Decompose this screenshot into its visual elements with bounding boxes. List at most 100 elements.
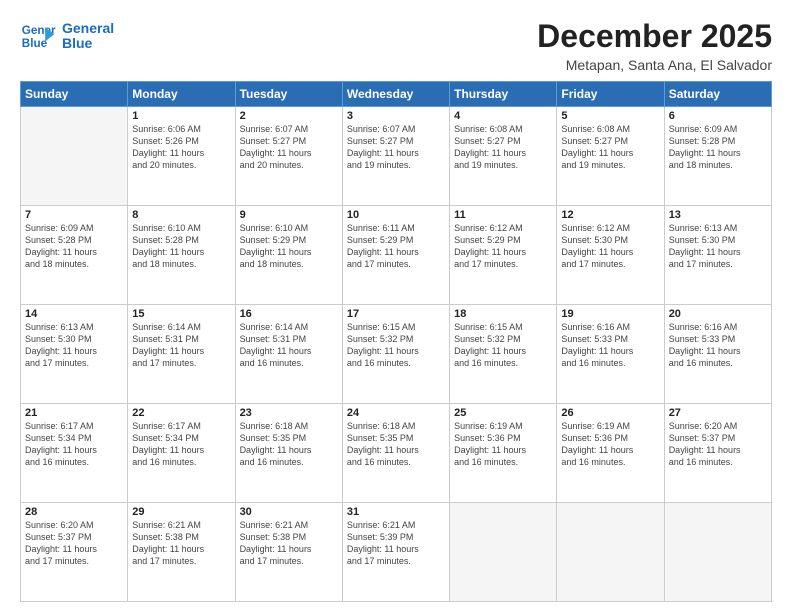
logo-icon: General Blue (20, 18, 56, 54)
day-number: 19 (561, 308, 659, 320)
day-info: Sunrise: 6:20 AM Sunset: 5:37 PM Dayligh… (25, 519, 123, 568)
day-info: Sunrise: 6:21 AM Sunset: 5:38 PM Dayligh… (132, 519, 230, 568)
day-number: 23 (240, 407, 338, 419)
header-row: SundayMondayTuesdayWednesdayThursdayFrid… (21, 82, 772, 107)
calendar-cell: 24Sunrise: 6:18 AM Sunset: 5:35 PM Dayli… (342, 404, 449, 503)
day-number: 18 (454, 308, 552, 320)
day-number: 1 (132, 110, 230, 122)
calendar-cell: 28Sunrise: 6:20 AM Sunset: 5:37 PM Dayli… (21, 503, 128, 602)
calendar-cell: 6Sunrise: 6:09 AM Sunset: 5:28 PM Daylig… (664, 107, 771, 206)
day-number: 24 (347, 407, 445, 419)
calendar-cell: 14Sunrise: 6:13 AM Sunset: 5:30 PM Dayli… (21, 305, 128, 404)
calendar-table: SundayMondayTuesdayWednesdayThursdayFrid… (20, 81, 772, 602)
header-day-wednesday: Wednesday (342, 82, 449, 107)
day-info: Sunrise: 6:16 AM Sunset: 5:33 PM Dayligh… (669, 321, 767, 370)
week-row-2: 7Sunrise: 6:09 AM Sunset: 5:28 PM Daylig… (21, 206, 772, 305)
calendar-cell: 26Sunrise: 6:19 AM Sunset: 5:36 PM Dayli… (557, 404, 664, 503)
day-number: 3 (347, 110, 445, 122)
day-number: 4 (454, 110, 552, 122)
day-info: Sunrise: 6:12 AM Sunset: 5:30 PM Dayligh… (561, 222, 659, 271)
day-number: 28 (25, 506, 123, 518)
day-number: 20 (669, 308, 767, 320)
calendar-cell (664, 503, 771, 602)
day-info: Sunrise: 6:17 AM Sunset: 5:34 PM Dayligh… (25, 420, 123, 469)
calendar-cell (21, 107, 128, 206)
header-day-thursday: Thursday (450, 82, 557, 107)
calendar-cell: 12Sunrise: 6:12 AM Sunset: 5:30 PM Dayli… (557, 206, 664, 305)
calendar-cell: 21Sunrise: 6:17 AM Sunset: 5:34 PM Dayli… (21, 404, 128, 503)
calendar-cell: 4Sunrise: 6:08 AM Sunset: 5:27 PM Daylig… (450, 107, 557, 206)
day-number: 2 (240, 110, 338, 122)
month-title: December 2025 (537, 18, 772, 55)
calendar-body: 1Sunrise: 6:06 AM Sunset: 5:26 PM Daylig… (21, 107, 772, 602)
day-number: 12 (561, 209, 659, 221)
title-block: December 2025 Metapan, Santa Ana, El Sal… (537, 18, 772, 73)
calendar-cell: 23Sunrise: 6:18 AM Sunset: 5:35 PM Dayli… (235, 404, 342, 503)
week-row-4: 21Sunrise: 6:17 AM Sunset: 5:34 PM Dayli… (21, 404, 772, 503)
day-info: Sunrise: 6:10 AM Sunset: 5:28 PM Dayligh… (132, 222, 230, 271)
calendar-cell: 31Sunrise: 6:21 AM Sunset: 5:39 PM Dayli… (342, 503, 449, 602)
calendar-cell (557, 503, 664, 602)
calendar-cell: 8Sunrise: 6:10 AM Sunset: 5:28 PM Daylig… (128, 206, 235, 305)
calendar-cell (450, 503, 557, 602)
day-number: 7 (25, 209, 123, 221)
day-info: Sunrise: 6:19 AM Sunset: 5:36 PM Dayligh… (561, 420, 659, 469)
day-number: 10 (347, 209, 445, 221)
calendar-cell: 22Sunrise: 6:17 AM Sunset: 5:34 PM Dayli… (128, 404, 235, 503)
calendar-cell: 17Sunrise: 6:15 AM Sunset: 5:32 PM Dayli… (342, 305, 449, 404)
day-number: 17 (347, 308, 445, 320)
logo: General Blue General Blue (20, 18, 114, 54)
calendar-cell: 11Sunrise: 6:12 AM Sunset: 5:29 PM Dayli… (450, 206, 557, 305)
day-number: 14 (25, 308, 123, 320)
header-day-tuesday: Tuesday (235, 82, 342, 107)
day-number: 6 (669, 110, 767, 122)
day-info: Sunrise: 6:18 AM Sunset: 5:35 PM Dayligh… (347, 420, 445, 469)
day-info: Sunrise: 6:20 AM Sunset: 5:37 PM Dayligh… (669, 420, 767, 469)
day-number: 29 (132, 506, 230, 518)
calendar-header: SundayMondayTuesdayWednesdayThursdayFrid… (21, 82, 772, 107)
calendar-cell: 25Sunrise: 6:19 AM Sunset: 5:36 PM Dayli… (450, 404, 557, 503)
header-day-monday: Monday (128, 82, 235, 107)
day-info: Sunrise: 6:09 AM Sunset: 5:28 PM Dayligh… (669, 123, 767, 172)
day-info: Sunrise: 6:14 AM Sunset: 5:31 PM Dayligh… (132, 321, 230, 370)
calendar-cell: 16Sunrise: 6:14 AM Sunset: 5:31 PM Dayli… (235, 305, 342, 404)
calendar-cell: 18Sunrise: 6:15 AM Sunset: 5:32 PM Dayli… (450, 305, 557, 404)
day-info: Sunrise: 6:19 AM Sunset: 5:36 PM Dayligh… (454, 420, 552, 469)
day-info: Sunrise: 6:10 AM Sunset: 5:29 PM Dayligh… (240, 222, 338, 271)
day-number: 8 (132, 209, 230, 221)
calendar-cell: 10Sunrise: 6:11 AM Sunset: 5:29 PM Dayli… (342, 206, 449, 305)
calendar-cell: 13Sunrise: 6:13 AM Sunset: 5:30 PM Dayli… (664, 206, 771, 305)
calendar-cell: 2Sunrise: 6:07 AM Sunset: 5:27 PM Daylig… (235, 107, 342, 206)
calendar-cell: 1Sunrise: 6:06 AM Sunset: 5:26 PM Daylig… (128, 107, 235, 206)
day-number: 25 (454, 407, 552, 419)
week-row-3: 14Sunrise: 6:13 AM Sunset: 5:30 PM Dayli… (21, 305, 772, 404)
svg-text:Blue: Blue (22, 37, 48, 50)
page: General Blue General Blue December 2025 … (0, 0, 792, 612)
calendar-cell: 15Sunrise: 6:14 AM Sunset: 5:31 PM Dayli… (128, 305, 235, 404)
header-day-sunday: Sunday (21, 82, 128, 107)
calendar-cell: 30Sunrise: 6:21 AM Sunset: 5:38 PM Dayli… (235, 503, 342, 602)
calendar-cell: 9Sunrise: 6:10 AM Sunset: 5:29 PM Daylig… (235, 206, 342, 305)
header-day-saturday: Saturday (664, 82, 771, 107)
day-number: 11 (454, 209, 552, 221)
logo-text-blue: Blue (62, 36, 114, 51)
day-info: Sunrise: 6:15 AM Sunset: 5:32 PM Dayligh… (347, 321, 445, 370)
day-number: 16 (240, 308, 338, 320)
day-info: Sunrise: 6:14 AM Sunset: 5:31 PM Dayligh… (240, 321, 338, 370)
calendar-cell: 7Sunrise: 6:09 AM Sunset: 5:28 PM Daylig… (21, 206, 128, 305)
week-row-1: 1Sunrise: 6:06 AM Sunset: 5:26 PM Daylig… (21, 107, 772, 206)
calendar-cell: 29Sunrise: 6:21 AM Sunset: 5:38 PM Dayli… (128, 503, 235, 602)
day-info: Sunrise: 6:17 AM Sunset: 5:34 PM Dayligh… (132, 420, 230, 469)
day-info: Sunrise: 6:18 AM Sunset: 5:35 PM Dayligh… (240, 420, 338, 469)
day-number: 15 (132, 308, 230, 320)
day-info: Sunrise: 6:06 AM Sunset: 5:26 PM Dayligh… (132, 123, 230, 172)
day-info: Sunrise: 6:08 AM Sunset: 5:27 PM Dayligh… (561, 123, 659, 172)
day-info: Sunrise: 6:13 AM Sunset: 5:30 PM Dayligh… (25, 321, 123, 370)
calendar-cell: 3Sunrise: 6:07 AM Sunset: 5:27 PM Daylig… (342, 107, 449, 206)
location-subtitle: Metapan, Santa Ana, El Salvador (537, 57, 772, 73)
day-info: Sunrise: 6:21 AM Sunset: 5:38 PM Dayligh… (240, 519, 338, 568)
day-info: Sunrise: 6:13 AM Sunset: 5:30 PM Dayligh… (669, 222, 767, 271)
logo-text-general: General (62, 21, 114, 36)
calendar-cell: 20Sunrise: 6:16 AM Sunset: 5:33 PM Dayli… (664, 305, 771, 404)
header-day-friday: Friday (557, 82, 664, 107)
